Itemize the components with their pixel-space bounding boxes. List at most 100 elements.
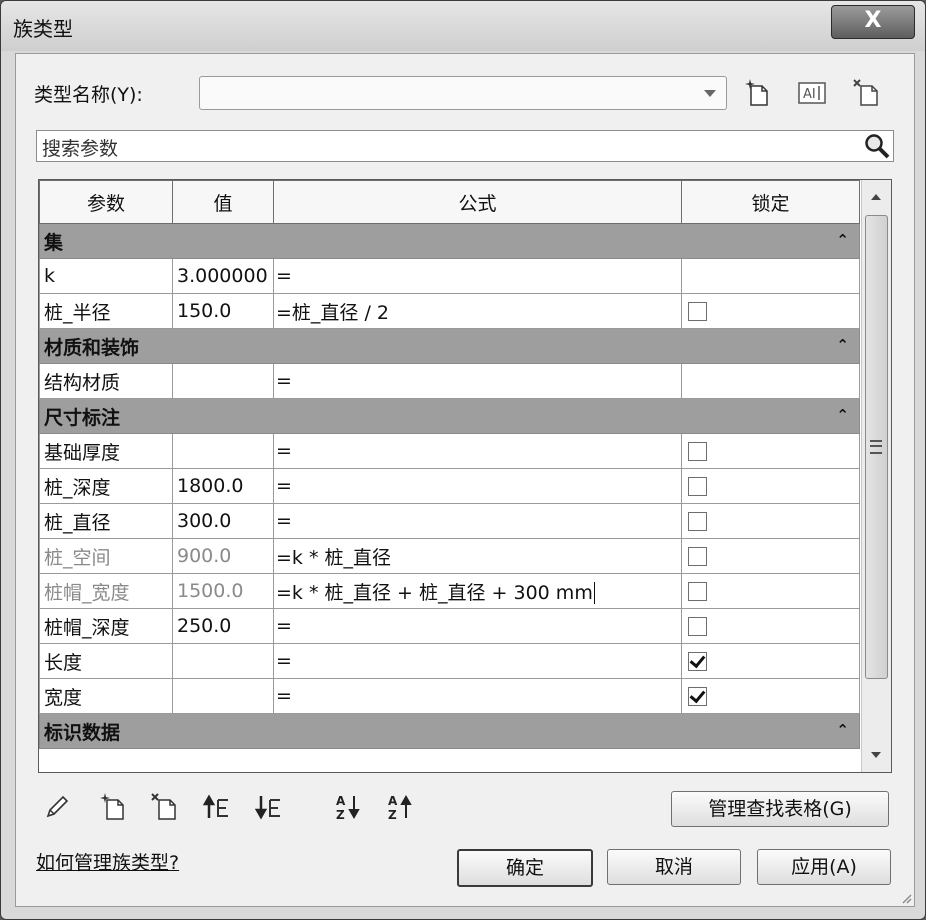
resize-grip-icon[interactable]	[900, 892, 912, 904]
param-value[interactable]: 150.0	[172, 293, 274, 329]
title-bar: 族类型 X	[1, 1, 925, 51]
lock-checkbox[interactable]	[688, 477, 707, 496]
collapse-icon[interactable]: ⌃	[836, 406, 849, 424]
ok-button[interactable]: 确定	[457, 849, 593, 887]
lock-checkbox[interactable]	[688, 512, 707, 531]
param-lock-cell	[681, 643, 860, 679]
vertical-scrollbar[interactable]	[861, 180, 891, 772]
collapse-icon[interactable]: ⌃	[836, 336, 849, 354]
group-label: 尺寸标注	[44, 406, 121, 429]
param-formula[interactable]: =	[273, 678, 682, 714]
lock-checkbox[interactable]	[688, 302, 707, 321]
table-row[interactable]: 桩_空间 900.0 =k * 桩_直径	[39, 538, 860, 574]
param-lock-cell	[681, 468, 860, 504]
cancel-button[interactable]: 取消	[607, 849, 741, 885]
group-row[interactable]: 材质和装饰 ⌃	[39, 328, 860, 364]
param-value[interactable]: 1800.0	[172, 468, 274, 504]
apply-button[interactable]: 应用(A)	[757, 849, 891, 885]
help-link[interactable]: 如何管理族类型?	[36, 848, 179, 875]
column-header-value[interactable]: 值	[172, 180, 274, 224]
scroll-up-icon[interactable]	[871, 194, 881, 200]
delete-param-icon[interactable]	[150, 792, 180, 822]
search-icon[interactable]	[863, 132, 891, 160]
table-row[interactable]: k 3.000000 =	[39, 258, 860, 294]
table-row[interactable]: 宽度 =	[39, 678, 860, 714]
param-formula[interactable]: =	[273, 433, 682, 469]
type-name-label: 类型名称(Y):	[34, 84, 143, 106]
svg-text:A: A	[336, 794, 346, 808]
move-up-icon[interactable]	[202, 792, 232, 822]
table-row[interactable]: 桩_直径 300.0 =	[39, 503, 860, 539]
lock-checkbox[interactable]	[688, 547, 707, 566]
param-value[interactable]: 900.0	[172, 538, 274, 574]
lock-checkbox-checked[interactable]	[688, 652, 707, 671]
table-row[interactable]: 长度 =	[39, 643, 860, 679]
param-name: 桩_半径	[39, 293, 173, 329]
table-row[interactable]: 桩_半径 150.0 =桩_直径 / 2	[39, 293, 860, 329]
dialog-body: 类型名称(Y): AI 搜索参数 参数 值 公式 锁定 集 ⌃ k 3.0000…	[15, 53, 915, 907]
param-lock-cell	[681, 433, 860, 469]
pencil-icon[interactable]	[42, 792, 72, 822]
sort-desc-icon[interactable]: A Z	[386, 792, 416, 822]
delete-type-icon[interactable]	[852, 78, 882, 108]
family-types-dialog: 族类型 X 类型名称(Y): AI 搜索参数 参数 值 公式 锁定 集 ⌃ k …	[0, 0, 926, 920]
lock-checkbox-checked[interactable]	[688, 687, 707, 706]
param-lock-cell	[681, 608, 860, 644]
param-formula[interactable]: =	[273, 608, 682, 644]
param-value[interactable]: 1500.0	[172, 573, 274, 609]
param-value[interactable]	[172, 433, 274, 469]
param-name: 长度	[39, 643, 173, 679]
new-type-icon[interactable]	[743, 78, 773, 108]
parameters-table: 参数 值 公式 锁定 集 ⌃ k 3.000000 = 桩_半径 150.0 =…	[39, 180, 860, 749]
table-row[interactable]: 结构材质 =	[39, 363, 860, 399]
table-row[interactable]: 基础厚度 =	[39, 433, 860, 469]
scrollbar-thumb[interactable]	[865, 215, 888, 679]
column-header-formula[interactable]: 公式	[273, 180, 682, 224]
column-header-parameter[interactable]: 参数	[39, 180, 173, 224]
param-value[interactable]	[172, 678, 274, 714]
window-title: 族类型	[13, 17, 73, 41]
param-formula[interactable]: =	[273, 258, 682, 294]
group-row[interactable]: 尺寸标注 ⌃	[39, 398, 860, 434]
param-formula-editing[interactable]: =k * 桩_直径 + 桩_直径 + 300 mm	[273, 573, 682, 609]
param-formula[interactable]: =桩_直径 / 2	[273, 293, 682, 329]
param-name: 桩帽_宽度	[39, 573, 173, 609]
param-name: 桩帽_深度	[39, 608, 173, 644]
param-value[interactable]: 3.000000	[172, 258, 274, 294]
table-row[interactable]: 桩_深度 1800.0 =	[39, 468, 860, 504]
lock-checkbox[interactable]	[688, 582, 707, 601]
grip-icon	[870, 440, 882, 454]
formula-text: =k * 桩_直径 + 桩_直径 + 300 mm	[276, 581, 593, 604]
rename-type-icon[interactable]: AI	[797, 78, 827, 108]
param-lock-cell	[681, 258, 860, 294]
text-caret	[593, 582, 595, 604]
table-row[interactable]: 桩帽_深度 250.0 =	[39, 608, 860, 644]
table-row[interactable]: 桩帽_宽度 1500.0 =k * 桩_直径 + 桩_直径 + 300 mm	[39, 573, 860, 609]
collapse-icon[interactable]: ⌃	[836, 721, 849, 739]
param-formula[interactable]: =	[273, 468, 682, 504]
collapse-icon[interactable]: ⌃	[836, 231, 849, 249]
lock-checkbox[interactable]	[688, 442, 707, 461]
lock-checkbox[interactable]	[688, 617, 707, 636]
group-row[interactable]: 标识数据 ⌃	[39, 713, 860, 749]
move-down-icon[interactable]	[254, 792, 284, 822]
scroll-down-icon[interactable]	[871, 752, 881, 758]
param-value[interactable]: 300.0	[172, 503, 274, 539]
new-param-icon[interactable]	[98, 792, 128, 822]
svg-text:Z: Z	[336, 808, 345, 822]
close-button[interactable]: X	[831, 5, 915, 39]
param-name: 桩_深度	[39, 468, 173, 504]
param-formula[interactable]: =	[273, 503, 682, 539]
param-formula[interactable]: =k * 桩_直径	[273, 538, 682, 574]
param-formula[interactable]: =	[273, 643, 682, 679]
param-value[interactable]: 250.0	[172, 608, 274, 644]
column-header-lock[interactable]: 锁定	[681, 180, 860, 224]
param-value[interactable]	[172, 363, 274, 399]
param-formula[interactable]: =	[273, 363, 682, 399]
group-row[interactable]: 集 ⌃	[39, 223, 860, 259]
search-parameters-input[interactable]: 搜索参数	[36, 130, 894, 162]
param-value[interactable]	[172, 643, 274, 679]
sort-asc-icon[interactable]: A Z	[334, 792, 364, 822]
type-name-combo[interactable]	[199, 76, 727, 110]
manage-lookup-tables-button[interactable]: 管理查找表格(G)	[671, 791, 889, 827]
